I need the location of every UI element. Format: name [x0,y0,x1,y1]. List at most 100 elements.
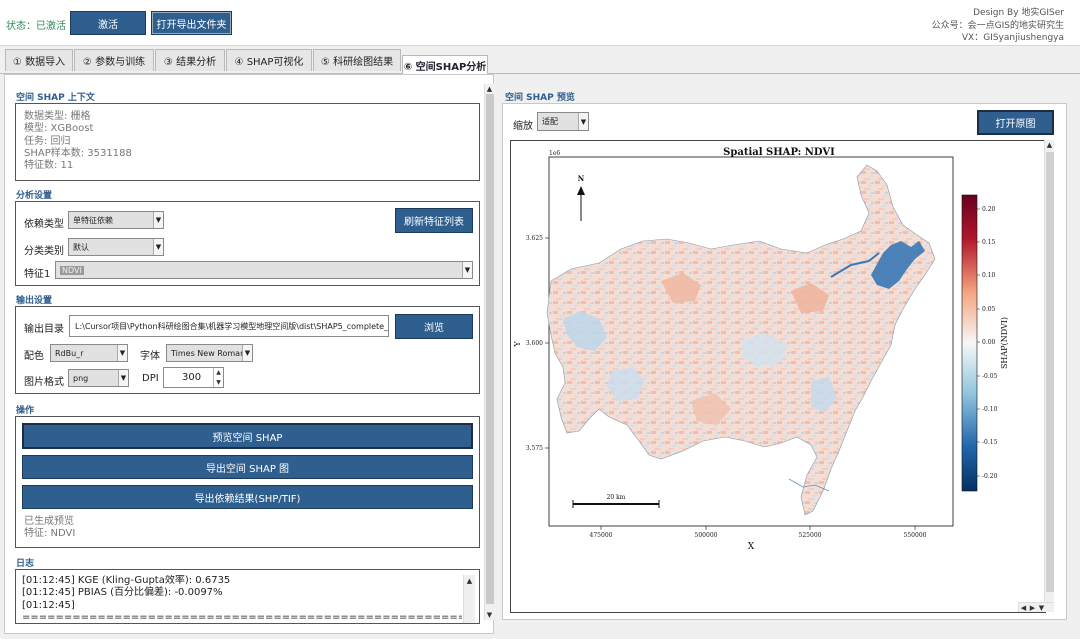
log-line: ========================================… [22,611,462,623]
colormap-value: RdBu_r [55,348,84,358]
tab-spatial-shap[interactable]: ⑥ 空间SHAP分析 [402,55,488,74]
colorbar-tick-label: 0.00 [982,339,996,346]
left-pane-scrollbar[interactable]: ▲ ▼ [484,84,494,620]
scroll-thumb[interactable] [1046,152,1054,592]
scroll-left-icon[interactable]: ◀ [1019,603,1028,612]
credit-line: Design By 地实GISer [973,8,1064,18]
colorbar-tick-label: -0.05 [982,373,998,380]
chevron-down-icon: ▼ [118,370,128,386]
zoom-label: 缩放 [513,121,533,132]
colorbar [961,194,978,492]
y-tick-label: 3.625 [526,235,543,242]
zoom-select[interactable]: 适配 ▼ [537,112,589,131]
feature1-select[interactable]: NDVI ▼ [55,261,473,279]
feature1-label: 特征1 [24,269,51,280]
context-box: 数据类型: 栅格 模型: XGBoost 任务: 回归 SHAP样本数: 353… [15,103,480,181]
scroll-down-icon[interactable]: ▼ [485,610,494,619]
activate-button[interactable]: 激活 [70,11,146,35]
output-dir-input[interactable]: L:\Cursor项目\Python科研绘图合集\机器学习模型地理空间版\dis… [69,315,389,337]
refresh-features-button[interactable]: 刷新特征列表 [395,208,473,233]
colorbar-tick-label: -0.15 [982,439,998,446]
output-section-title: 输出设置 [16,296,53,306]
scroll-down-icon[interactable]: ▼ [1037,603,1046,612]
x-tick-label: 500000 [695,532,718,539]
tab-params-training[interactable]: ② 参数与训练 [74,49,154,71]
figure-title: Spatial SHAP: NDVI [723,147,835,158]
context-line: SHAP样本数: 3531188 [24,147,132,159]
log-scrollbar[interactable]: ▲ [463,575,475,623]
colorbar-tick-label: 0.20 [982,206,996,213]
scroll-up-icon[interactable]: ▲ [465,576,474,585]
analysis-section-title: 分析设置 [16,191,53,201]
tab-research-plots[interactable]: ⑤ 科研绘图结果 [313,49,401,71]
image-format-select[interactable]: png ▼ [68,369,129,387]
chevron-down-icon: ▼ [153,212,163,228]
tab-shap-visualization[interactable]: ④ SHAP可视化 [226,49,312,71]
scroll-up-icon[interactable]: ▲ [485,84,494,93]
x-tick-label: 550000 [904,532,927,539]
class-category-select[interactable]: 默认 ▼ [68,238,164,256]
class-category-label: 分类类别 [24,246,64,257]
operations-section-title: 操作 [16,406,35,416]
preview-spatial-shap-button[interactable]: 预览空间 SHAP [22,423,473,449]
tab-data-import[interactable]: ① 数据导入 [5,49,73,71]
colorbar-ticks [977,208,980,477]
scroll-right-icon[interactable]: ▶ [1028,603,1037,612]
y-axis-ticks [545,237,549,449]
scroll-thumb[interactable] [486,94,494,604]
dpi-stepper[interactable]: ▲ ▼ [213,368,223,387]
log-text-area[interactable]: [01:12:45] KGE (Kling-Gupta效率): 0.6735 [… [22,575,462,623]
figure-canvas: Spatial SHAP: NDVI 1e6 N 20 km 475000 50… [510,140,1046,613]
preview-vertical-scrollbar[interactable]: ▲ [1044,140,1054,602]
log-line: [01:12:45] KGE (Kling-Gupta效率): 0.6735 [22,575,231,586]
context-line: 数据类型: 栅格 [24,111,91,122]
context-line: 任务: 回归 [24,135,71,147]
colormap-label: 配色 [24,351,44,362]
output-dir-label: 输出目录 [24,324,64,335]
spatial-shap-figure: Spatial SHAP: NDVI 1e6 N 20 km 475000 50… [513,147,1009,552]
x-tick-label: 475000 [590,532,613,539]
image-format-label: 图片格式 [24,377,64,388]
colorbar-tick-label: 0.05 [982,306,996,313]
operation-status-line: 特征: NDVI [24,528,76,540]
context-line: 模型: XGBoost [24,123,94,135]
colormap-select[interactable]: RdBu_r ▼ [50,344,128,362]
dependency-type-label: 依赖类型 [24,219,64,230]
feature1-value: NDVI [60,265,84,275]
browse-button[interactable]: 浏览 [395,314,473,339]
dpi-value: 300 [182,372,202,383]
dpi-label: DPI [142,373,159,384]
credit-line: VX：GISyanjiushengya [961,33,1064,43]
operation-status: 已生成预览 特征: NDVI [24,516,75,541]
north-arrow-label: N [578,174,585,183]
colorbar-tick-label: -0.20 [982,473,998,480]
open-export-folder-button[interactable]: 打开导出文件夹 [151,11,232,35]
scroll-up-icon[interactable]: ▲ [1045,140,1054,149]
y-axis-label: Y [513,341,522,348]
x-axis-label: X [748,542,755,552]
context-line: 特征数: 11 [24,160,74,172]
x-tick-label: 525000 [799,532,822,539]
zoom-value: 适配 [542,117,558,126]
activation-status: 状态：已激活 [6,21,66,32]
y-axis-exponent: 1e6 [549,150,560,157]
log-section-title: 日志 [16,559,35,569]
preview-horizontal-scrollbar[interactable]: ◀ ▶ ▼ [1018,602,1054,612]
export-dependency-results-button[interactable]: 导出依赖结果(SHP/TIF) [22,485,473,509]
operation-status-line: 已生成预览 [24,516,74,527]
stepper-up-icon[interactable]: ▲ [216,369,221,376]
font-select[interactable]: Times New Roman ▼ [166,344,253,362]
context-section-title: 空间 SHAP 上下文 [16,93,95,103]
export-spatial-shap-map-button[interactable]: 导出空间 SHAP 图 [22,455,473,479]
stepper-down-icon[interactable]: ▼ [216,379,221,386]
preview-section-title: 空间 SHAP 预览 [505,93,575,103]
chevron-down-icon: ▼ [462,262,472,278]
class-category-value: 默认 [73,242,89,252]
dependency-type-select[interactable]: 单特征依赖 ▼ [68,211,164,229]
chevron-down-icon: ▼ [153,239,163,255]
open-original-image-button[interactable]: 打开原图 [977,110,1054,135]
chevron-down-icon: ▼ [578,113,588,130]
colorbar-tick-label: 0.10 [982,272,996,279]
tab-result-analysis[interactable]: ③ 结果分析 [155,49,225,71]
colorbar-tick-label: -0.10 [982,406,998,413]
